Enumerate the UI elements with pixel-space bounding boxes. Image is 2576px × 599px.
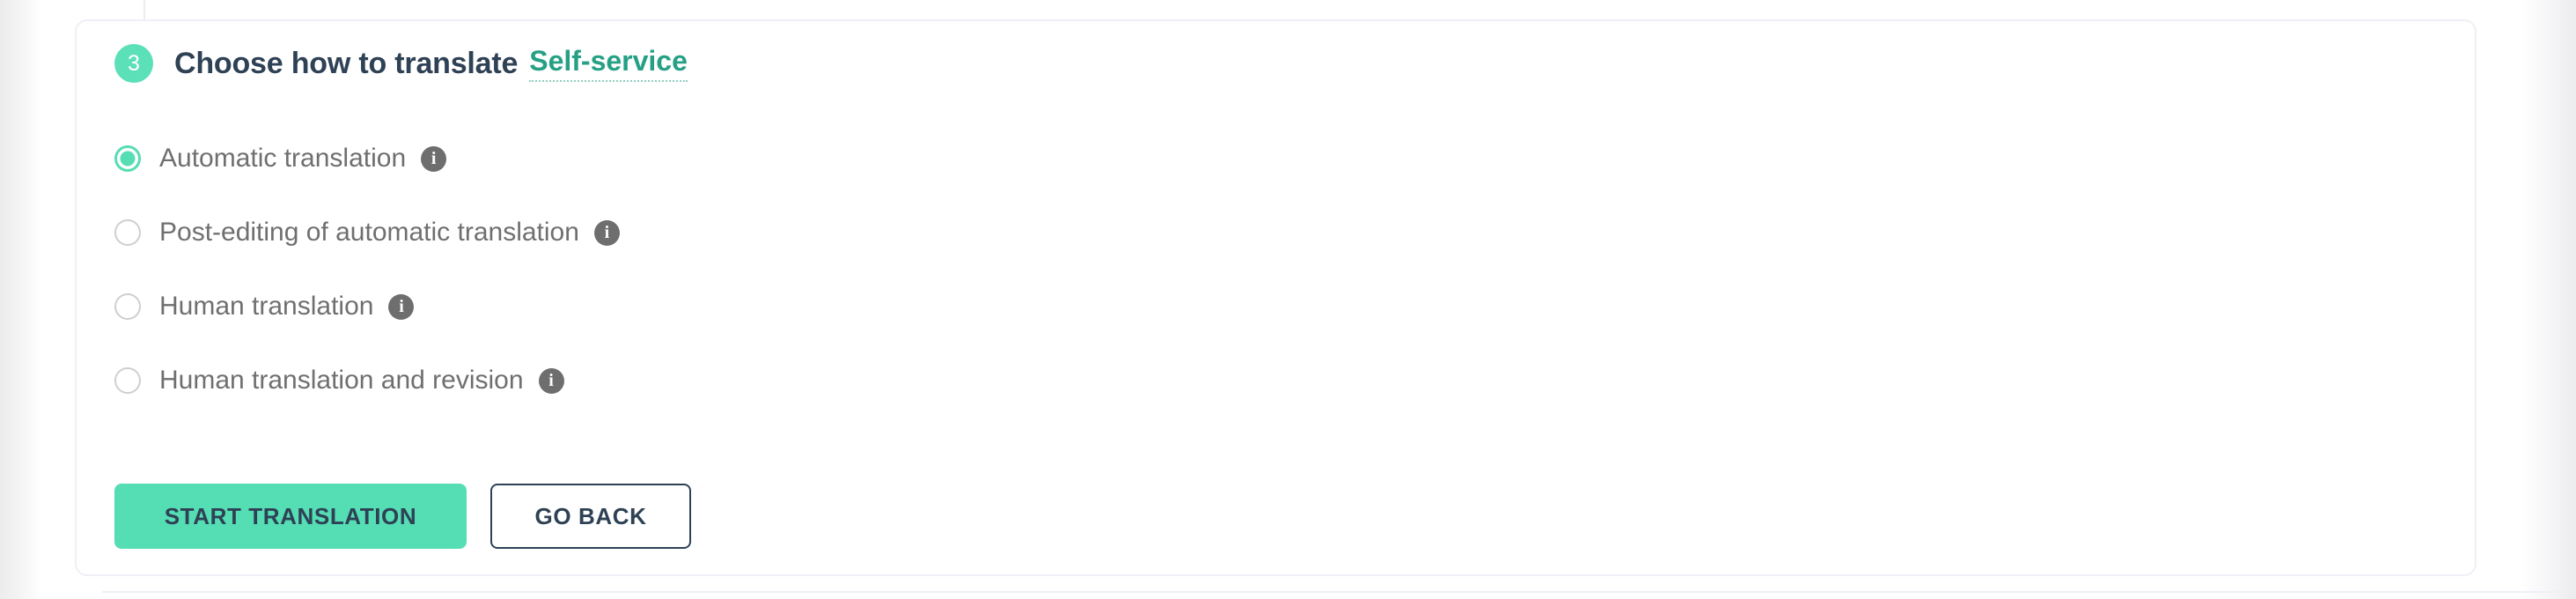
page-title: Choose how to translate (174, 46, 519, 80)
option-label: Automatic translation (159, 144, 407, 173)
translation-method-radio-group: Automatic translation i Post-editing of … (114, 140, 1875, 436)
right-edge-shadow (2520, 0, 2576, 599)
bottom-divider (102, 591, 2558, 593)
radio-human-translation-and-revision[interactable] (114, 367, 141, 394)
option-automatic-translation[interactable]: Automatic translation i (114, 140, 447, 177)
option-human-translation[interactable]: Human translation i (114, 288, 415, 325)
radio-automatic-translation[interactable] (114, 145, 141, 172)
info-icon[interactable]: i (388, 293, 415, 320)
self-service-link[interactable]: Self-service (529, 45, 688, 82)
card-actions: START TRANSLATION GO BACK (114, 484, 691, 549)
option-human-translation-and-revision[interactable]: Human translation and revision i (114, 362, 564, 399)
option-post-editing[interactable]: Post-editing of automatic translation i (114, 214, 620, 251)
option-label: Human translation (159, 292, 374, 321)
page-background: 3 Choose how to translate Self-service A… (0, 0, 2576, 599)
start-translation-button[interactable]: START TRANSLATION (114, 484, 467, 549)
option-label: Post-editing of automatic translation (159, 218, 579, 247)
left-edge-shadow (0, 0, 42, 599)
info-icon[interactable]: i (593, 219, 620, 246)
info-icon[interactable]: i (421, 145, 447, 172)
card-header: 3 Choose how to translate Self-service (114, 39, 688, 88)
radio-human-translation[interactable] (114, 293, 141, 320)
step-connector-line (144, 0, 145, 20)
go-back-button[interactable]: GO BACK (490, 484, 691, 549)
info-icon[interactable]: i (538, 367, 564, 394)
step-number-badge: 3 (114, 44, 153, 83)
radio-post-editing[interactable] (114, 219, 141, 246)
choose-how-to-translate-card: 3 Choose how to translate Self-service A… (75, 19, 2477, 576)
option-label: Human translation and revision (159, 366, 524, 395)
